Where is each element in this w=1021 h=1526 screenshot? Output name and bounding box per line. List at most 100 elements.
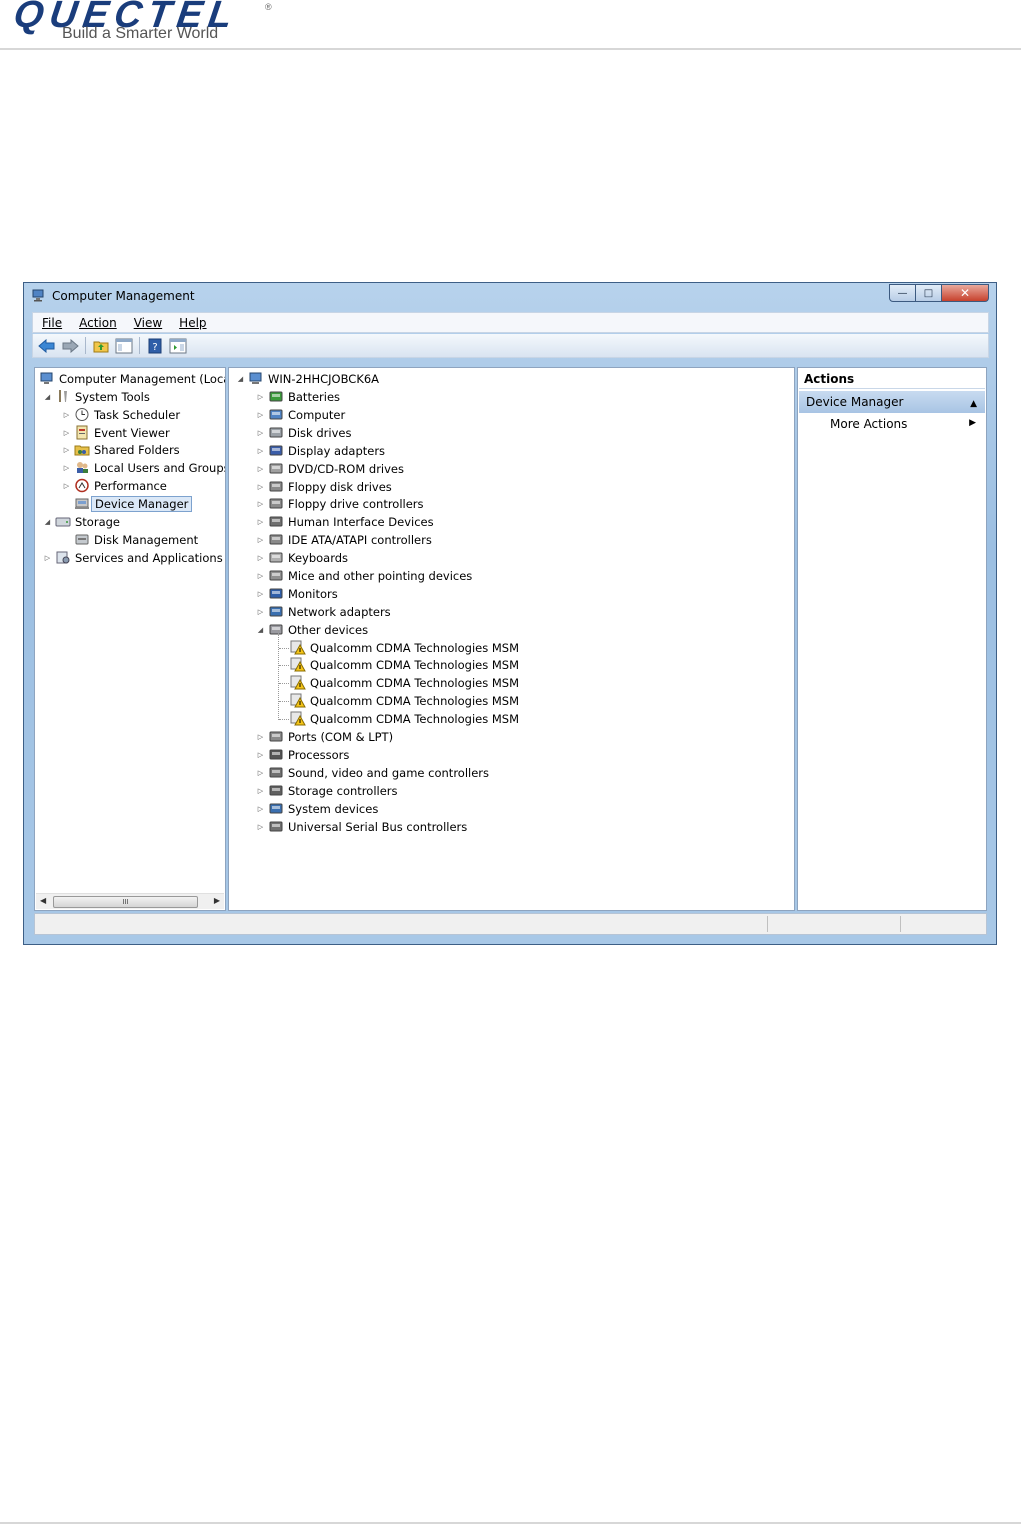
device-category[interactable]: ▷ Sound, video and game controllers — [256, 764, 489, 781]
scrollbar-thumb[interactable]: III — [53, 896, 198, 908]
device-category[interactable]: ▷ Monitors — [256, 585, 338, 602]
tree-label-selected: Device Manager — [91, 495, 193, 512]
expand-arrow-icon[interactable]: ▷ — [256, 589, 265, 598]
device-category[interactable]: ▷ Computer — [256, 406, 345, 423]
device-item[interactable]: Qualcomm CDMA Technologies MSM — [290, 674, 519, 691]
device-tree-pane[interactable]: ◢ WIN-2HHCJOBCK6A ▷ Batteries ▷ Computer ▷ Di… — [228, 367, 795, 911]
expand-arrow-icon[interactable]: ▷ — [62, 410, 71, 419]
device-category[interactable]: ▷ Human Interface Devices — [256, 513, 434, 530]
show-hide-tree-button[interactable] — [114, 337, 134, 355]
menu-view[interactable]: View — [125, 316, 170, 330]
tree-item-shared-folders[interactable]: ▷ Shared Folders — [62, 441, 180, 458]
menu-action[interactable]: Action — [70, 316, 125, 330]
expand-arrow-icon[interactable]: ▷ — [256, 804, 265, 813]
close-button[interactable]: ✕ — [942, 284, 989, 302]
tree-item-event-viewer[interactable]: ▷ Event Viewer — [62, 424, 170, 441]
more-actions-link[interactable]: More Actions — [830, 417, 907, 431]
horizontal-scrollbar[interactable]: ◀ III ▶ — [36, 893, 224, 909]
title-bar[interactable]: Computer Management — □ ✕ — [24, 283, 996, 311]
expand-arrow-icon[interactable]: ▷ — [256, 786, 265, 795]
expand-arrow-icon[interactable]: ▷ — [256, 392, 265, 401]
expand-arrow-icon[interactable]: ▷ — [256, 768, 265, 777]
collapse-caret-icon[interactable]: ▲ — [970, 393, 977, 415]
show-hide-action-pane-button[interactable] — [168, 337, 188, 355]
expand-arrow-icon[interactable]: ▷ — [256, 750, 265, 759]
status-cell — [900, 916, 901, 932]
device-category[interactable]: ▷ IDE ATA/ATAPI controllers — [256, 531, 432, 548]
device-label: Qualcomm CDMA Technologies MSM — [310, 693, 520, 708]
device-category[interactable]: ▷ Storage controllers — [256, 782, 398, 799]
expand-arrow-icon[interactable]: ▷ — [256, 410, 265, 419]
tree-label: Task Scheduler — [94, 407, 181, 422]
tree-item-computer-root[interactable]: ◢ WIN-2HHCJOBCK6A — [236, 370, 379, 387]
expand-arrow-icon[interactable]: ▷ — [256, 607, 265, 616]
header-divider — [0, 48, 1021, 50]
collapse-arrow-icon[interactable]: ◢ — [256, 625, 265, 634]
device-category[interactable]: ▷ Network adapters — [256, 603, 391, 620]
collapse-arrow-icon[interactable]: ◢ — [43, 392, 52, 401]
expand-arrow-icon[interactable]: ▷ — [256, 571, 265, 580]
device-category[interactable]: ▷ Processors — [256, 746, 350, 763]
expand-arrow-icon[interactable]: ▷ — [256, 732, 265, 741]
device-item[interactable]: Qualcomm CDMA Technologies MSM — [290, 710, 519, 727]
tree-item-performance[interactable]: ▷ Performance — [62, 477, 167, 494]
expand-arrow-icon[interactable]: ▷ — [256, 535, 265, 544]
tree-item-device-manager[interactable]: Device Manager — [74, 495, 193, 512]
expand-arrow-icon[interactable]: ▷ — [62, 428, 71, 437]
device-category[interactable]: ▷ Floppy disk drives — [256, 478, 392, 495]
device-category[interactable]: ▷ Disk drives — [256, 424, 352, 441]
expand-arrow-icon[interactable]: ▷ — [62, 481, 71, 490]
expand-arrow-icon[interactable]: ▷ — [256, 517, 265, 526]
expand-arrow-icon[interactable]: ▷ — [256, 464, 265, 473]
submenu-arrow-icon[interactable]: ▶ — [969, 418, 976, 428]
expand-arrow-icon[interactable]: ▷ — [62, 445, 71, 454]
device-category[interactable]: ▷ Display adapters — [256, 442, 385, 459]
collapse-arrow-icon[interactable]: ◢ — [43, 517, 52, 526]
tree-item-services-applications[interactable]: ▷ Services and Applications — [43, 549, 223, 566]
device-category[interactable]: ▷ System devices — [256, 800, 379, 817]
device-category[interactable]: ▷ Ports (COM & LPT) — [256, 728, 393, 745]
expand-arrow-icon[interactable]: ▷ — [256, 822, 265, 831]
menu-help[interactable]: Help — [170, 316, 214, 330]
expand-arrow-icon[interactable]: ▷ — [256, 499, 265, 508]
help-button[interactable]: ? — [145, 337, 165, 355]
device-category[interactable]: ▷ Mice and other pointing devices — [256, 567, 473, 584]
device-label: Qualcomm CDMA Technologies MSM — [310, 675, 520, 690]
menu-file[interactable]: File — [33, 316, 70, 330]
back-button[interactable] — [37, 337, 57, 355]
event-viewer-icon — [74, 425, 90, 440]
scroll-left-icon[interactable]: ◀ — [40, 896, 46, 905]
tree-connector-line — [279, 665, 289, 666]
minimize-button[interactable]: — — [889, 284, 916, 302]
maximize-button[interactable]: □ — [916, 284, 942, 302]
scroll-right-icon[interactable]: ▶ — [214, 896, 220, 905]
device-label: Display adapters — [288, 443, 386, 458]
tree-item-system-tools[interactable]: ◢ System Tools — [43, 388, 150, 405]
expand-arrow-icon[interactable]: ▷ — [256, 446, 265, 455]
device-item[interactable]: Qualcomm CDMA Technologies MSM — [290, 656, 519, 673]
tree-item-computer-management[interactable]: Computer Management (Local — [39, 370, 225, 387]
actions-section-device-manager[interactable]: Device Manager ▲ — [799, 391, 985, 413]
device-item[interactable]: Qualcomm CDMA Technologies MSM — [290, 639, 519, 656]
up-folder-button[interactable] — [91, 337, 111, 355]
tree-item-task-scheduler[interactable]: ▷ Task Scheduler — [62, 406, 180, 423]
device-category[interactable]: ▷ Universal Serial Bus controllers — [256, 818, 467, 835]
device-category[interactable]: ▷ Floppy drive controllers — [256, 495, 424, 512]
device-category[interactable]: ▷ DVD/CD-ROM drives — [256, 460, 404, 477]
device-item[interactable]: Qualcomm CDMA Technologies MSM — [290, 692, 519, 709]
expand-arrow-icon[interactable]: ▷ — [43, 553, 52, 562]
device-category[interactable]: ◢ Other devices — [256, 621, 368, 638]
tree-item-local-users-groups[interactable]: ▷ Local Users and Groups — [62, 459, 225, 476]
expand-arrow-icon[interactable]: ▷ — [62, 463, 71, 472]
tree-item-storage[interactable]: ◢ Storage — [43, 513, 120, 530]
expand-arrow-icon[interactable]: ▷ — [256, 482, 265, 491]
tree-connector-line — [279, 648, 289, 649]
device-category[interactable]: ▷ Keyboards — [256, 549, 348, 566]
tree-item-disk-management[interactable]: Disk Management — [74, 531, 198, 548]
expand-arrow-icon[interactable]: ▷ — [256, 428, 265, 437]
console-tree-pane[interactable]: Computer Management (Local ◢ System Tool… — [34, 367, 226, 911]
expand-arrow-icon[interactable]: ▷ — [256, 553, 265, 562]
collapse-arrow-icon[interactable]: ◢ — [236, 374, 245, 383]
forward-button[interactable] — [60, 337, 80, 355]
device-category[interactable]: ▷ Batteries — [256, 388, 340, 405]
